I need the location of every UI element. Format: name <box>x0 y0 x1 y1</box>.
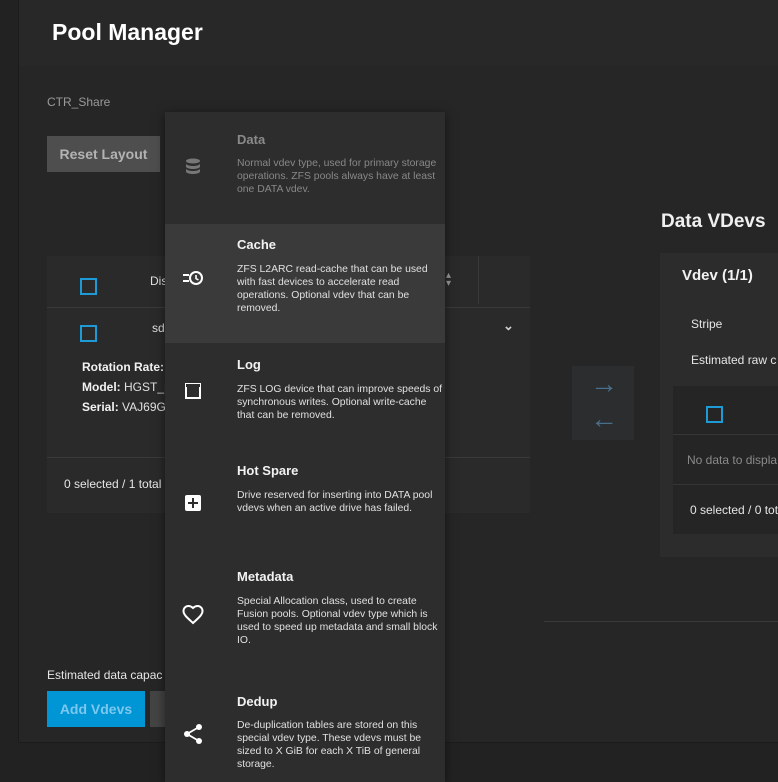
menu-item-description: ZFS LOG device that can improve speeds o… <box>237 384 443 421</box>
detail-label: Rotation Rate: <box>82 360 164 374</box>
page-title-bar: Pool Manager <box>18 0 778 66</box>
divider <box>673 484 778 485</box>
no-data-message: No data to displa <box>687 453 778 467</box>
estimated-capacity: Estimated data capac <box>47 668 163 682</box>
menu-item-description: ZFS L2ARC read-cache that can be used wi… <box>237 264 428 314</box>
divider <box>544 621 778 622</box>
menu-item-dedup[interactable]: Dedup De-duplication tables are stored o… <box>165 673 445 782</box>
vdev-card: Vdev (1/1) Stripe Estimated raw c No dat… <box>660 253 778 557</box>
vdev-select-all-checkbox[interactable] <box>706 406 723 423</box>
selection-count: 0 selected / 1 total <box>64 477 162 491</box>
disk-detail-model: Model: HGST_H <box>82 380 173 394</box>
menu-item-description: De-duplication tables are stored on this… <box>237 720 422 770</box>
menu-item-title: Log <box>237 357 261 372</box>
log-icon <box>179 377 207 405</box>
vdev-layout[interactable]: Stripe <box>691 317 722 331</box>
menu-item-title: Cache <box>237 237 277 252</box>
database-icon <box>179 152 207 180</box>
menu-item-title: Metadata <box>237 569 294 584</box>
cache-icon <box>179 264 207 292</box>
disk-detail-serial: Serial: VAJ69G <box>82 400 166 414</box>
menu-item-description: Normal vdev type, used for primary stora… <box>237 158 437 195</box>
vdev-disks-table: No data to displa 0 selected / 0 tot <box>673 386 778 534</box>
vdev-raw-capacity: Estimated raw c <box>691 353 777 367</box>
move-disks-controls: → ← <box>572 366 634 440</box>
detail-value: VAJ69G <box>122 400 166 414</box>
menu-item-title: Dedup <box>237 694 278 709</box>
data-vdevs-title: Data VDevs <box>661 211 766 232</box>
sort-icon[interactable]: ▴ ▾ <box>446 271 451 289</box>
menu-item-description: Special Allocation class, used to create… <box>237 596 438 646</box>
add-box-icon <box>179 489 207 517</box>
pool-name: CTR_Share <box>47 95 111 109</box>
menu-item-log[interactable]: Log ZFS LOG device that can improve spee… <box>165 343 445 449</box>
menu-item-description: Drive reserved for inserting into DATA p… <box>237 490 433 514</box>
page-title: Pool Manager <box>52 19 203 45</box>
vdev-title: Vdev (1/1) <box>682 267 753 284</box>
menu-item-title: Hot Spare <box>237 463 299 478</box>
column-divider <box>478 256 479 304</box>
row-checkbox[interactable] <box>80 325 97 342</box>
share-icon <box>179 720 207 748</box>
arrow-left-icon[interactable]: ← <box>590 403 618 435</box>
arrow-right-icon[interactable]: → <box>590 368 618 400</box>
menu-item-data[interactable]: Data Normal vdev type, used for primary … <box>165 112 445 224</box>
detail-label: Model: <box>82 380 121 394</box>
disk-detail-rotation: Rotation Rate: <box>82 360 164 374</box>
heart-icon <box>179 601 207 629</box>
vdev-type-menu: Data Normal vdev type, used for primary … <box>165 112 445 782</box>
vdev-selection-count: 0 selected / 0 tot <box>690 503 778 517</box>
divider <box>673 434 778 435</box>
menu-item-hot-spare[interactable]: Hot Spare Drive reserved for inserting i… <box>165 449 445 555</box>
menu-item-cache[interactable]: Cache ZFS L2ARC read-cache that can be u… <box>165 224 445 343</box>
menu-item-metadata[interactable]: Metadata Special Allocation class, used … <box>165 555 445 673</box>
chevron-down-icon[interactable]: ⌄ <box>503 318 514 334</box>
detail-label: Serial: <box>82 400 119 414</box>
reset-layout-button[interactable]: Reset Layout <box>47 136 160 172</box>
menu-item-title: Data <box>237 132 266 147</box>
add-vdevs-button[interactable]: Add Vdevs <box>47 691 145 727</box>
disk-name: sd <box>152 321 165 335</box>
select-all-checkbox[interactable] <box>80 278 97 295</box>
